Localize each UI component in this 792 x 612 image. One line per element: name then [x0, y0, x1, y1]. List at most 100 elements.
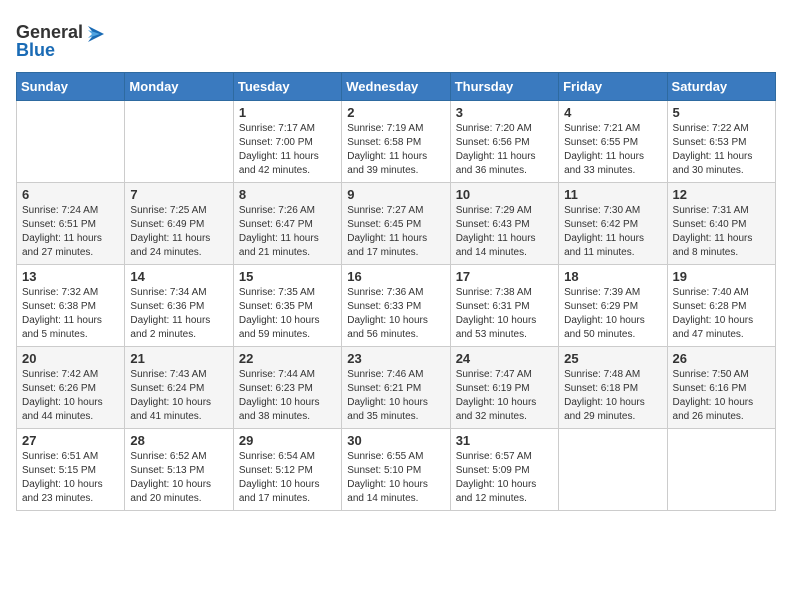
- svg-text:Blue: Blue: [16, 40, 55, 60]
- day-number: 2: [347, 105, 444, 120]
- day-number: 19: [673, 269, 770, 284]
- column-header-friday: Friday: [559, 73, 667, 101]
- day-number: 6: [22, 187, 119, 202]
- calendar-cell: 19 Sunrise: 7:40 AM Sunset: 6:28 PM Dayli…: [667, 265, 775, 347]
- day-number: 8: [239, 187, 336, 202]
- calendar-cell: [125, 101, 233, 183]
- calendar-cell: 15 Sunrise: 7:35 AM Sunset: 6:35 PM Dayli…: [233, 265, 341, 347]
- day-number: 24: [456, 351, 553, 366]
- calendar-cell: 14Sunrise: 7:34 AM Sunset: 6:36 PM Dayli…: [125, 265, 233, 347]
- day-number: 18: [564, 269, 661, 284]
- day-info: Sunrise: 6:54 AM Sunset: 5:12 PM Dayligh…: [239, 450, 336, 506]
- calendar-cell: 23Sunrise: 7:46 AM Sunset: 6:21 PM Dayli…: [342, 347, 450, 429]
- calendar-cell: 20Sunrise: 7:42 AM Sunset: 6:26 PM Dayli…: [17, 347, 125, 429]
- day-number: 12: [673, 187, 770, 202]
- logo-icon: General Blue: [16, 16, 106, 60]
- day-info: Sunrise: 7:31 AM Sunset: 6:40 PM Dayligh…: [673, 204, 770, 260]
- calendar-cell: 24 Sunrise: 7:47 AM Sunset: 6:19 PM Dayli…: [450, 347, 558, 429]
- day-info: Sunrise: 7:27 AM Sunset: 6:45 PM Dayligh…: [347, 204, 444, 260]
- day-number: 4: [564, 105, 661, 120]
- calendar-cell: 22 Sunrise: 7:44 AM Sunset: 6:23 PM Dayli…: [233, 347, 341, 429]
- day-info: Sunrise: 7:30 AM Sunset: 6:42 PM Dayligh…: [564, 204, 661, 260]
- calendar-cell: 17 Sunrise: 7:38 AM Sunset: 6:31 PM Dayli…: [450, 265, 558, 347]
- day-info: Sunrise: 7:17 AM Sunset: 7:00 PM Dayligh…: [239, 122, 336, 178]
- day-info: Sunrise: 7:35 AM Sunset: 6:35 PM Dayligh…: [239, 286, 336, 342]
- calendar-cell: 6 Sunrise: 7:24 AM Sunset: 6:51 PM Daylig…: [17, 183, 125, 265]
- day-info: Sunrise: 7:34 AM Sunset: 6:36 PM Dayligh…: [130, 286, 227, 342]
- day-info: Sunrise: 7:38 AM Sunset: 6:31 PM Dayligh…: [456, 286, 553, 342]
- day-info: Sunrise: 7:29 AM Sunset: 6:43 PM Dayligh…: [456, 204, 553, 260]
- calendar-cell: 18 Sunrise: 7:39 AM Sunset: 6:29 PM Dayli…: [559, 265, 667, 347]
- day-number: 7: [130, 187, 227, 202]
- calendar-cell: 26 Sunrise: 7:50 AM Sunset: 6:16 PM Dayli…: [667, 347, 775, 429]
- calendar-cell: 7 Sunrise: 7:25 AM Sunset: 6:49 PM Daylig…: [125, 183, 233, 265]
- day-info: Sunrise: 7:36 AM Sunset: 6:33 PM Dayligh…: [347, 286, 444, 342]
- day-number: 10: [456, 187, 553, 202]
- day-info: Sunrise: 7:19 AM Sunset: 6:58 PM Dayligh…: [347, 122, 444, 178]
- day-info: Sunrise: 6:51 AM Sunset: 5:15 PM Dayligh…: [22, 450, 119, 506]
- calendar-cell: 16 Sunrise: 7:36 AM Sunset: 6:33 PM Dayli…: [342, 265, 450, 347]
- calendar-cell: [559, 429, 667, 511]
- calendar-cell: 27 Sunrise: 6:51 AM Sunset: 5:15 PM Dayli…: [17, 429, 125, 511]
- day-number: 26: [673, 351, 770, 366]
- day-number: 21: [130, 351, 227, 366]
- calendar-cell: 1 Sunrise: 7:17 AM Sunset: 7:00 PM Daylig…: [233, 101, 341, 183]
- day-number: 5: [673, 105, 770, 120]
- day-number: 23: [347, 351, 444, 366]
- day-info: Sunrise: 7:40 AM Sunset: 6:28 PM Dayligh…: [673, 286, 770, 342]
- calendar-cell: [17, 101, 125, 183]
- calendar-cell: 21 Sunrise: 7:43 AM Sunset: 6:24 PM Dayli…: [125, 347, 233, 429]
- day-number: 22: [239, 351, 336, 366]
- day-number: 16: [347, 269, 444, 284]
- day-number: 29: [239, 433, 336, 448]
- day-info: Sunrise: 7:48 AM Sunset: 6:18 PM Dayligh…: [564, 368, 661, 424]
- day-info: Sunrise: 7:50 AM Sunset: 6:16 PM Dayligh…: [673, 368, 770, 424]
- calendar-cell: 29 Sunrise: 6:54 AM Sunset: 5:12 PM Dayli…: [233, 429, 341, 511]
- calendar-cell: 25Sunrise: 7:48 AM Sunset: 6:18 PM Dayli…: [559, 347, 667, 429]
- calendar-table: SundayMondayTuesdayWednesdayThursdayFrid…: [16, 72, 776, 511]
- day-number: 31: [456, 433, 553, 448]
- calendar-cell: 3Sunrise: 7:20 AM Sunset: 6:56 PM Daylig…: [450, 101, 558, 183]
- column-header-thursday: Thursday: [450, 73, 558, 101]
- calendar-cell: 28 Sunrise: 6:52 AM Sunset: 5:13 PM Dayli…: [125, 429, 233, 511]
- column-header-saturday: Saturday: [667, 73, 775, 101]
- day-info: Sunrise: 6:52 AM Sunset: 5:13 PM Dayligh…: [130, 450, 227, 506]
- day-info: Sunrise: 7:24 AM Sunset: 6:51 PM Dayligh…: [22, 204, 119, 260]
- day-info: Sunrise: 7:47 AM Sunset: 6:19 PM Dayligh…: [456, 368, 553, 424]
- day-info: Sunrise: 7:32 AM Sunset: 6:38 PM Dayligh…: [22, 286, 119, 342]
- day-number: 3: [456, 105, 553, 120]
- calendar-cell: 4 Sunrise: 7:21 AM Sunset: 6:55 PM Daylig…: [559, 101, 667, 183]
- calendar-cell: 30 Sunrise: 6:55 AM Sunset: 5:10 PM Dayli…: [342, 429, 450, 511]
- calendar-cell: 2 Sunrise: 7:19 AM Sunset: 6:58 PM Daylig…: [342, 101, 450, 183]
- day-number: 30: [347, 433, 444, 448]
- day-info: Sunrise: 7:42 AM Sunset: 6:26 PM Dayligh…: [22, 368, 119, 424]
- day-info: Sunrise: 7:22 AM Sunset: 6:53 PM Dayligh…: [673, 122, 770, 178]
- day-number: 15: [239, 269, 336, 284]
- logo: General Blue: [16, 16, 106, 60]
- day-number: 11: [564, 187, 661, 202]
- calendar-cell: 9 Sunrise: 7:27 AM Sunset: 6:45 PM Daylig…: [342, 183, 450, 265]
- day-number: 27: [22, 433, 119, 448]
- column-header-tuesday: Tuesday: [233, 73, 341, 101]
- column-header-wednesday: Wednesday: [342, 73, 450, 101]
- day-number: 13: [22, 269, 119, 284]
- column-header-sunday: Sunday: [17, 73, 125, 101]
- day-info: Sunrise: 7:44 AM Sunset: 6:23 PM Dayligh…: [239, 368, 336, 424]
- day-number: 28: [130, 433, 227, 448]
- day-number: 9: [347, 187, 444, 202]
- calendar-cell: 10 Sunrise: 7:29 AM Sunset: 6:43 PM Dayli…: [450, 183, 558, 265]
- day-number: 17: [456, 269, 553, 284]
- day-info: Sunrise: 7:26 AM Sunset: 6:47 PM Dayligh…: [239, 204, 336, 260]
- day-info: Sunrise: 6:57 AM Sunset: 5:09 PM Dayligh…: [456, 450, 553, 506]
- day-number: 1: [239, 105, 336, 120]
- day-info: Sunrise: 7:43 AM Sunset: 6:24 PM Dayligh…: [130, 368, 227, 424]
- svg-text:General: General: [16, 22, 83, 42]
- column-header-monday: Monday: [125, 73, 233, 101]
- day-info: Sunrise: 6:55 AM Sunset: 5:10 PM Dayligh…: [347, 450, 444, 506]
- day-info: Sunrise: 7:25 AM Sunset: 6:49 PM Dayligh…: [130, 204, 227, 260]
- page-header: General Blue: [16, 16, 776, 60]
- day-info: Sunrise: 7:39 AM Sunset: 6:29 PM Dayligh…: [564, 286, 661, 342]
- calendar-cell: 8 Sunrise: 7:26 AM Sunset: 6:47 PM Daylig…: [233, 183, 341, 265]
- day-info: Sunrise: 7:21 AM Sunset: 6:55 PM Dayligh…: [564, 122, 661, 178]
- calendar-cell: 5 Sunrise: 7:22 AM Sunset: 6:53 PM Daylig…: [667, 101, 775, 183]
